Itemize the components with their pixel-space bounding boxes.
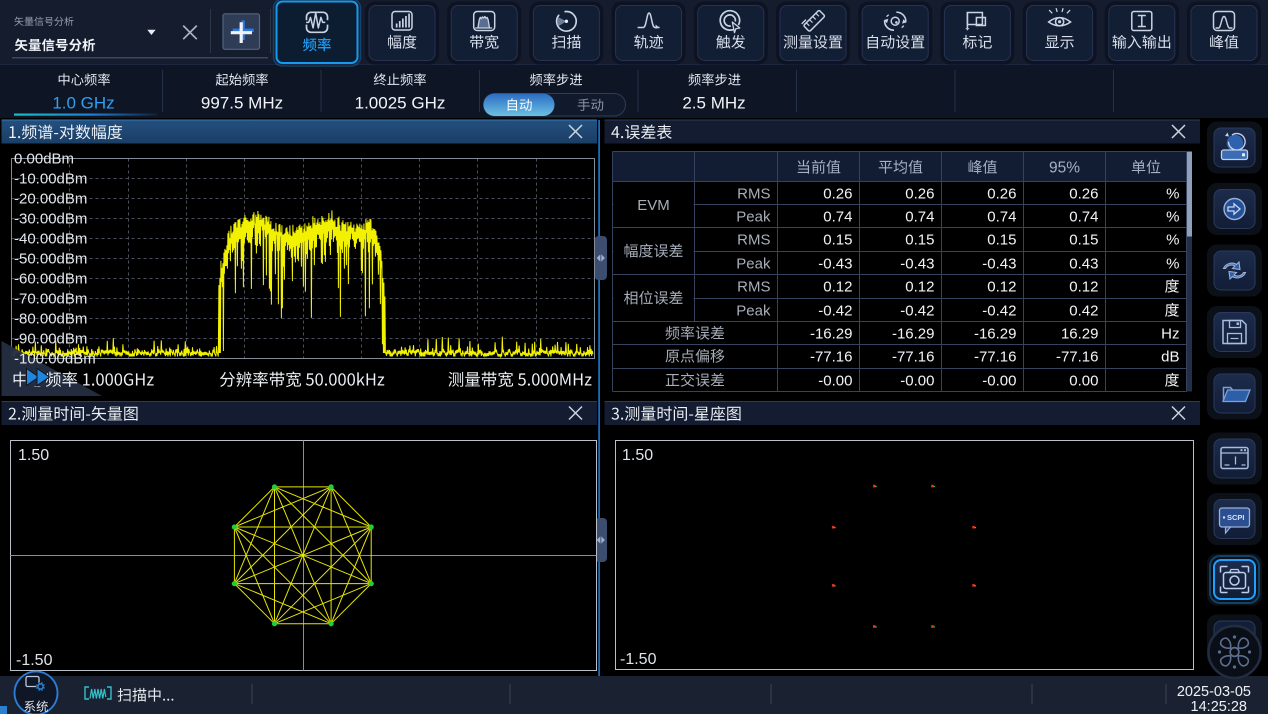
svg-text:0.00dBm: 0.00dBm <box>14 151 74 168</box>
svg-text:-90.00dBm: -90.00dBm <box>14 331 87 348</box>
svg-text:-16.29: -16.29 <box>892 326 935 343</box>
svg-text:EVM: EVM <box>637 197 670 214</box>
svg-text:0.26: 0.26 <box>905 186 934 203</box>
svg-text:Hz: Hz <box>1161 326 1179 343</box>
svg-text:-0.42: -0.42 <box>818 303 852 320</box>
svg-text:-0.43: -0.43 <box>982 256 1016 273</box>
svg-text:-80.00dBm: -80.00dBm <box>14 311 87 328</box>
svg-text:-0.43: -0.43 <box>818 256 852 273</box>
svg-text:16.29: 16.29 <box>1061 326 1099 343</box>
svg-text:0.74: 0.74 <box>1069 209 1098 226</box>
svg-text:-77.16: -77.16 <box>892 349 935 366</box>
svg-text:0.26: 0.26 <box>987 186 1016 203</box>
svg-text:95%: 95% <box>1049 160 1080 177</box>
svg-text:-0.00: -0.00 <box>900 373 934 390</box>
svg-text:0.12: 0.12 <box>1069 279 1098 296</box>
svg-text:0.12: 0.12 <box>905 279 934 296</box>
svg-text:0.74: 0.74 <box>823 209 852 226</box>
svg-text:0.26: 0.26 <box>823 186 852 203</box>
svg-text:1.0025 GHz: 1.0025 GHz <box>355 94 446 113</box>
svg-text:RMS: RMS <box>737 279 770 296</box>
svg-text:2.5 MHz: 2.5 MHz <box>682 94 745 113</box>
svg-text:-77.16: -77.16 <box>810 349 853 366</box>
svg-text:1.50: 1.50 <box>622 447 653 464</box>
svg-text:-100.00dBm: -100.00dBm <box>14 351 96 368</box>
svg-text:%: % <box>1166 256 1179 273</box>
svg-text:-16.29: -16.29 <box>974 326 1017 343</box>
svg-text:Peak: Peak <box>736 303 771 320</box>
svg-text:-77.16: -77.16 <box>974 349 1017 366</box>
svg-text:-16.29: -16.29 <box>810 326 853 343</box>
svg-text:-30.00dBm: -30.00dBm <box>14 211 87 228</box>
svg-text:2025-03-05: 2025-03-05 <box>1177 684 1251 700</box>
svg-text:-60.00dBm: -60.00dBm <box>14 271 87 288</box>
svg-text:0.74: 0.74 <box>987 209 1016 226</box>
svg-text:Peak: Peak <box>736 256 771 273</box>
svg-text:-50.00dBm: -50.00dBm <box>14 251 87 268</box>
svg-text:%: % <box>1166 232 1179 249</box>
svg-text:14:25:28: 14:25:28 <box>1191 699 1247 714</box>
svg-text:0.00: 0.00 <box>1069 373 1098 390</box>
svg-text:-1.50: -1.50 <box>16 652 53 669</box>
svg-text:0.12: 0.12 <box>823 279 852 296</box>
svg-text:0.74: 0.74 <box>905 209 934 226</box>
svg-text:0.26: 0.26 <box>1069 186 1098 203</box>
svg-text:0.15: 0.15 <box>905 232 934 249</box>
svg-text:SCPI: SCPI <box>1227 513 1245 522</box>
svg-text:0.12: 0.12 <box>987 279 1016 296</box>
svg-text:dB: dB <box>1161 349 1179 366</box>
svg-text:-0.00: -0.00 <box>818 373 852 390</box>
svg-text:1.0 GHz: 1.0 GHz <box>52 94 114 113</box>
svg-text:0.43: 0.43 <box>1069 256 1098 273</box>
svg-text:-0.42: -0.42 <box>982 303 1016 320</box>
svg-text:-0.43: -0.43 <box>900 256 934 273</box>
svg-text:-77.16: -77.16 <box>1056 349 1099 366</box>
svg-text:-1.50: -1.50 <box>620 651 657 668</box>
svg-text:-20.00dBm: -20.00dBm <box>14 191 87 208</box>
svg-text:0.15: 0.15 <box>987 232 1016 249</box>
svg-text:RMS: RMS <box>737 186 770 203</box>
svg-text:Peak: Peak <box>736 209 771 226</box>
svg-text:-0.00: -0.00 <box>982 373 1016 390</box>
svg-text:997.5 MHz: 997.5 MHz <box>201 94 283 113</box>
svg-text:0.15: 0.15 <box>823 232 852 249</box>
svg-text:1.50: 1.50 <box>18 447 49 464</box>
svg-text:-10.00dBm: -10.00dBm <box>14 171 87 188</box>
svg-text:-70.00dBm: -70.00dBm <box>14 291 87 308</box>
svg-text:0.42: 0.42 <box>1069 303 1098 320</box>
svg-text:0.15: 0.15 <box>1069 232 1098 249</box>
svg-text:%: % <box>1166 209 1179 226</box>
svg-text:%: % <box>1166 186 1179 203</box>
svg-text:-40.00dBm: -40.00dBm <box>14 231 87 248</box>
svg-text:RMS: RMS <box>737 232 770 249</box>
svg-text:-0.42: -0.42 <box>900 303 934 320</box>
